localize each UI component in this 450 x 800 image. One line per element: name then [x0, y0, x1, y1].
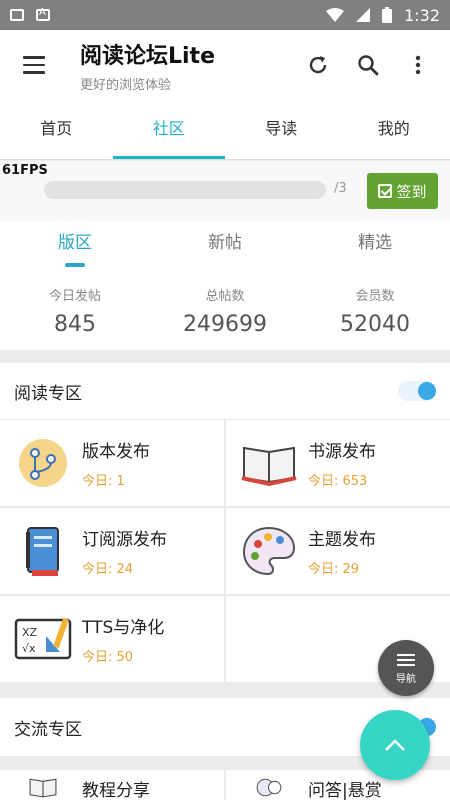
status-time: 1:32 — [404, 5, 440, 25]
branch-icon — [19, 439, 67, 487]
section-title: 交流专区 — [14, 719, 82, 740]
app-notification-icon — [36, 7, 50, 21]
board-today-count: 今日: 24 — [82, 562, 134, 577]
board-release[interactable]: 版本发布 今日: 1 — [0, 420, 224, 506]
checkin-progress — [44, 181, 326, 199]
board-tutorial[interactable]: 教程分享 — [0, 770, 224, 800]
qa-icon — [256, 778, 282, 797]
search-button[interactable] — [346, 43, 390, 87]
board-name: 问答|悬赏 — [308, 781, 382, 800]
section-title: 阅读专区 — [14, 383, 82, 404]
section-header-reading: 阅读专区 — [0, 363, 450, 419]
board-name: 书源发布 — [308, 442, 376, 462]
stat-value: 249699 — [183, 312, 267, 337]
signal-icon — [356, 8, 371, 22]
stat-value: 845 — [54, 312, 96, 337]
board-today-count: 今日: 1 — [82, 474, 125, 489]
stat-label: 总帖数 — [205, 289, 245, 304]
stat-value: 52040 — [340, 312, 410, 337]
board-name: 教程分享 — [82, 781, 150, 800]
tab-mine[interactable]: 我的 — [338, 100, 450, 159]
status-bar: 1:32 — [0, 0, 450, 30]
image-notification-icon — [10, 9, 24, 21]
refresh-button[interactable] — [296, 43, 340, 87]
stat-label: 会员数 — [355, 289, 395, 304]
refresh-icon — [309, 56, 327, 74]
board-qa[interactable]: 问答|悬赏 — [226, 770, 450, 800]
palette-icon — [242, 526, 296, 576]
stat-total-posts: 总帖数 249699 — [150, 271, 300, 350]
subtab-new-posts[interactable]: 新帖 — [150, 221, 300, 271]
battery-icon — [382, 7, 393, 23]
board-theme[interactable]: 主题发布 今日: 29 — [226, 508, 450, 594]
svg-text:XZ: XZ — [22, 626, 38, 639]
board-today-count: 今日: 29 — [308, 562, 360, 577]
board-name: 版本发布 — [82, 442, 150, 462]
checkbox-icon — [378, 184, 393, 198]
board-name: TTS与净化 — [82, 618, 165, 638]
checkin-button-label: 签到 — [396, 182, 427, 201]
math-tools-icon: XZ √x — [14, 617, 72, 660]
section-toggle[interactable] — [398, 381, 436, 401]
app-bar: 阅读论坛Lite 更好的浏览体验 — [0, 30, 450, 100]
checkin-bar: 61FPS /3 签到 — [0, 161, 450, 221]
board-grid: 版本发布 今日: 1 书源发布 今日: 653 订阅源发布 今日: 24 主题发… — [0, 420, 450, 682]
navigation-fab-label: 导航 — [396, 674, 416, 685]
board-subscription[interactable]: 订阅源发布 今日: 24 — [0, 508, 224, 594]
search-icon — [358, 55, 379, 76]
stat-members: 会员数 52040 — [300, 271, 450, 350]
subtab-featured[interactable]: 精选 — [300, 221, 450, 271]
board-name: 主题发布 — [308, 530, 376, 550]
app-title: 阅读论坛Lite — [80, 43, 215, 69]
tab-guide[interactable]: 导读 — [225, 100, 338, 159]
stat-label: 今日发帖 — [48, 289, 101, 304]
svg-text:√x: √x — [22, 642, 36, 655]
book-icon — [29, 778, 57, 798]
tab-community[interactable]: 社区 — [112, 100, 226, 159]
board-name: 订阅源发布 — [82, 530, 167, 550]
main-tabs: 首页 社区 导读 我的 — [0, 100, 450, 160]
chevron-up-icon — [385, 739, 405, 751]
navigation-fab[interactable]: 导航 — [378, 640, 434, 696]
menu-icon — [397, 651, 415, 669]
checkin-button[interactable]: 签到 — [367, 173, 438, 209]
notebook-icon — [26, 527, 59, 576]
fps-counter: 61FPS — [2, 163, 48, 178]
board-today-count: 今日: 653 — [308, 474, 368, 489]
board-today-count: 今日: 50 — [82, 650, 134, 665]
subtab-boards[interactable]: 版区 — [0, 221, 150, 271]
board-tts[interactable]: XZ √x TTS与净化 今日: 50 — [0, 596, 224, 682]
more-vertical-icon — [415, 55, 421, 75]
forum-stats: 今日发帖 845 总帖数 249699 会员数 52040 — [0, 271, 450, 350]
checkin-progress-text: /3 — [334, 181, 347, 196]
stat-today-posts: 今日发帖 845 — [0, 271, 150, 350]
wifi-icon — [326, 8, 345, 22]
book-icon — [241, 446, 297, 487]
more-button[interactable] — [396, 43, 440, 87]
app-subtitle: 更好的浏览体验 — [80, 77, 172, 93]
menu-button[interactable] — [6, 37, 62, 93]
scroll-to-top-button[interactable] — [360, 710, 430, 780]
sub-tabs: 版区 新帖 精选 — [0, 221, 450, 271]
tab-home[interactable]: 首页 — [0, 100, 113, 159]
board-book-source[interactable]: 书源发布 今日: 653 — [226, 420, 450, 506]
